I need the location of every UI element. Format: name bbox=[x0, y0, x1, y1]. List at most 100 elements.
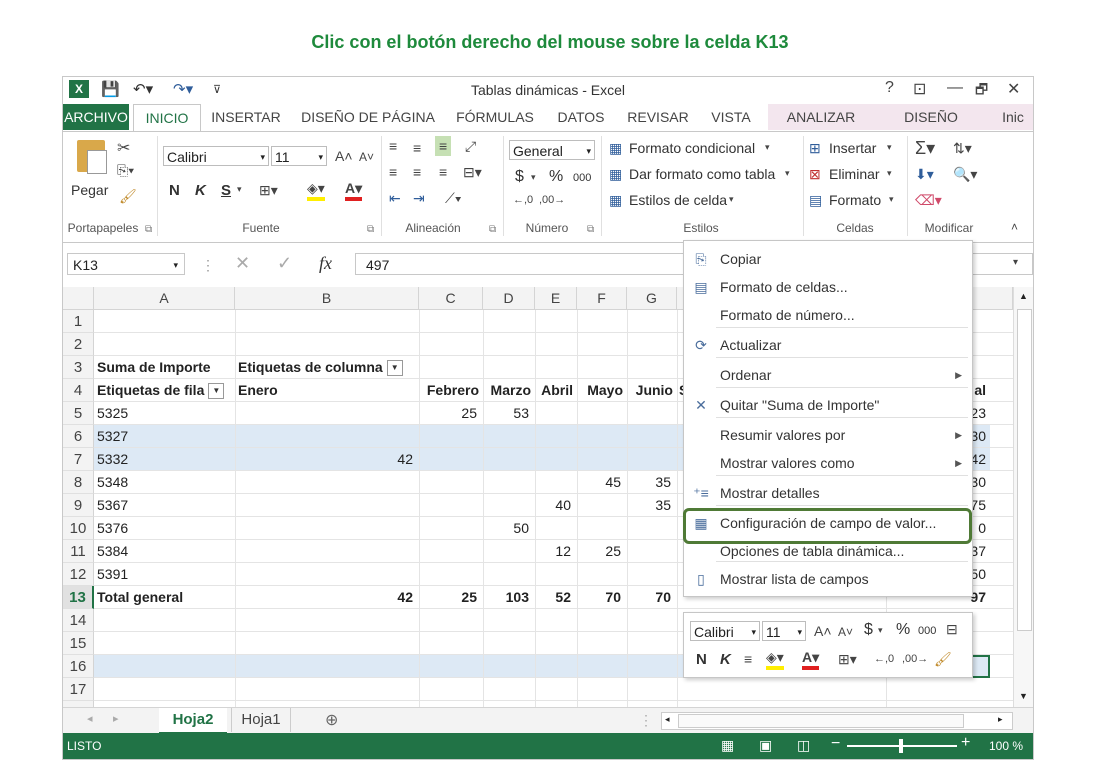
borders-icon[interactable]: ⊞▾ bbox=[259, 182, 278, 199]
row-header[interactable]: 5 bbox=[63, 402, 94, 425]
tab-formulas[interactable]: FÓRMULAS bbox=[451, 104, 539, 130]
portapapeles-launcher-icon[interactable]: ⧉ bbox=[145, 224, 152, 235]
scroll-up-icon[interactable]: ▲ bbox=[1019, 291, 1028, 301]
decrease-decimal-icon[interactable]: ,00→ bbox=[539, 194, 565, 206]
tab-vista[interactable]: VISTA bbox=[703, 104, 759, 130]
pivot-total-value[interactable]: 52 bbox=[535, 586, 571, 609]
fill-icon[interactable]: ⬇▾ bbox=[915, 166, 934, 183]
format-table-icon[interactable]: ▦ bbox=[609, 166, 622, 183]
currency-button[interactable]: $ bbox=[515, 168, 524, 186]
tab-archivo[interactable]: ARCHIVO bbox=[63, 104, 129, 130]
decrease-indent-icon[interactable]: ⇤ bbox=[389, 190, 401, 207]
tab-analizar[interactable]: ANALIZAR bbox=[779, 104, 863, 130]
page-layout-icon[interactable]: ▣ bbox=[759, 737, 772, 754]
cell-styles-button[interactable]: Estilos de celda bbox=[629, 192, 727, 208]
sort-filter-icon[interactable]: ⇅▾ bbox=[953, 140, 972, 157]
next-sheet-icon[interactable]: ▸ bbox=[113, 712, 119, 725]
increase-indent-icon[interactable]: ⇥ bbox=[413, 190, 425, 207]
insert-cells-button[interactable]: Insertar bbox=[829, 140, 876, 156]
pivot-row-label[interactable]: 5391 bbox=[97, 563, 128, 586]
align-right-icon[interactable]: ≡ bbox=[439, 164, 447, 180]
mini-currency-button[interactable]: $ bbox=[864, 621, 873, 639]
delete-cells-button[interactable]: Eliminar bbox=[829, 166, 880, 182]
tab-inicio[interactable]: INICIO bbox=[133, 104, 201, 132]
mini-format-painter-icon[interactable]: 🖌 bbox=[934, 651, 952, 668]
format-cells-icon[interactable]: ▤ bbox=[809, 192, 822, 209]
copy-icon[interactable]: ⎘▾ bbox=[117, 162, 134, 179]
ribbon-display-icon[interactable]: ⊡ bbox=[913, 79, 926, 99]
menu-item-8[interactable]: Mostrar valores como ▶ bbox=[684, 449, 972, 477]
mini-grow-font-icon[interactable]: A˄ bbox=[814, 623, 832, 639]
pivot-total-value[interactable]: 70 bbox=[577, 586, 621, 609]
scroll-thumb[interactable] bbox=[1017, 309, 1032, 631]
mini-font-select[interactable]: Calibri ▾ bbox=[690, 621, 760, 641]
mini-thousands-button[interactable]: 000 bbox=[918, 625, 936, 637]
find-select-icon[interactable]: 🔍▾ bbox=[953, 166, 977, 183]
column-header-a[interactable]: A bbox=[94, 287, 235, 310]
expand-formula-icon[interactable]: ▾ bbox=[1013, 257, 1018, 268]
mini-decrease-decimal-icon[interactable]: ,00→ bbox=[902, 653, 928, 665]
insert-cells-icon[interactable]: ⊞ bbox=[809, 140, 821, 157]
tab-datos[interactable]: DATOS bbox=[549, 104, 613, 130]
column-header-f[interactable]: F bbox=[577, 287, 627, 310]
thousands-button[interactable]: 000 bbox=[573, 172, 591, 184]
row-header[interactable]: 11 bbox=[63, 540, 94, 563]
h-scroll-thumb[interactable] bbox=[678, 714, 964, 728]
tab-inic[interactable]: Inic bbox=[993, 104, 1033, 130]
normal-view-icon[interactable]: ▦ bbox=[721, 737, 734, 754]
italic-button[interactable]: K bbox=[195, 182, 206, 199]
confirm-entry-icon[interactable]: ✓ bbox=[277, 253, 292, 274]
column-header-d[interactable]: D bbox=[483, 287, 535, 310]
bold-button[interactable]: N bbox=[169, 182, 180, 199]
column-header-g[interactable]: G bbox=[627, 287, 677, 310]
currency-dropdown-icon[interactable]: ▾ bbox=[531, 172, 536, 183]
numero-launcher-icon[interactable]: ⧉ bbox=[587, 224, 594, 235]
menu-item-9[interactable]: ⁺≡ Mostrar detalles bbox=[684, 479, 972, 507]
mini-shrink-font-icon[interactable]: A˅ bbox=[838, 625, 853, 639]
pivot-value-cell[interactable]: 50 bbox=[483, 517, 529, 540]
delete-cells-icon[interactable]: ⊠ bbox=[809, 166, 821, 183]
row-header[interactable]: 12 bbox=[63, 563, 94, 586]
tab-split-icon[interactable]: ⋮ bbox=[639, 712, 653, 729]
menu-item-7[interactable]: Resumir valores por ▶ bbox=[684, 421, 972, 449]
horizontal-scrollbar[interactable]: ◂ ▸ bbox=[661, 712, 1013, 730]
row-header[interactable]: 13 bbox=[63, 586, 94, 609]
orientation-icon[interactable]: ⤢ bbox=[465, 138, 476, 155]
row-header[interactable]: 2 bbox=[63, 333, 94, 356]
pivot-value-cell[interactable]: 45 bbox=[577, 471, 621, 494]
column-header-b[interactable]: B bbox=[235, 287, 419, 310]
pivot-value-cell[interactable]: 35 bbox=[627, 471, 671, 494]
zoom-level[interactable]: 100 % bbox=[989, 739, 1023, 753]
column-header-e[interactable]: E bbox=[535, 287, 577, 310]
paste-button[interactable]: Pegar bbox=[71, 182, 108, 198]
align-top-icon[interactable]: ≡ bbox=[389, 138, 397, 154]
select-all-corner[interactable] bbox=[63, 287, 94, 310]
mini-font-color-icon[interactable]: A▾ bbox=[802, 649, 820, 670]
row-header[interactable]: 6 bbox=[63, 425, 94, 448]
fill-color-icon[interactable]: ◈▾ bbox=[307, 180, 325, 201]
conditional-format-icon[interactable]: ▦ bbox=[609, 140, 622, 157]
text-orientation-icon[interactable]: ⟋▾ bbox=[445, 190, 462, 207]
menu-item-2[interactable]: ▤ Formato de celdas... bbox=[684, 273, 972, 301]
pivot-value-cell[interactable]: 42 bbox=[235, 448, 413, 471]
cell-styles-icon[interactable]: ▦ bbox=[609, 192, 622, 209]
align-middle-icon[interactable]: ≡ bbox=[413, 140, 421, 156]
pivot-value-cell[interactable]: 40 bbox=[535, 494, 571, 517]
menu-item-3[interactable]: Formato de número... bbox=[684, 301, 972, 329]
conditional-format-button[interactable]: Formato condicional bbox=[629, 140, 755, 156]
tab-insertar[interactable]: INSERTAR bbox=[205, 104, 287, 130]
percent-button[interactable]: % bbox=[549, 168, 563, 186]
pivot-row-label[interactable]: 5384 bbox=[97, 540, 128, 563]
grow-font-icon[interactable]: A˄ bbox=[335, 148, 353, 164]
row-header[interactable]: 10 bbox=[63, 517, 94, 540]
mini-fill-color-icon[interactable]: ◈▾ bbox=[766, 649, 784, 670]
format-cells-button[interactable]: Formato bbox=[829, 192, 881, 208]
pivot-row-label[interactable]: 5348 bbox=[97, 471, 128, 494]
align-center-icon[interactable]: ≡ bbox=[413, 164, 421, 180]
autosum-icon[interactable]: Σ▾ bbox=[915, 138, 935, 159]
row-header[interactable]: 8 bbox=[63, 471, 94, 494]
pivot-value-cell[interactable]: 53 bbox=[483, 402, 529, 425]
row-header[interactable]: 3 bbox=[63, 356, 94, 379]
menu-item-5[interactable]: Ordenar ▶ bbox=[684, 361, 972, 389]
align-left-icon[interactable]: ≡ bbox=[389, 164, 397, 180]
